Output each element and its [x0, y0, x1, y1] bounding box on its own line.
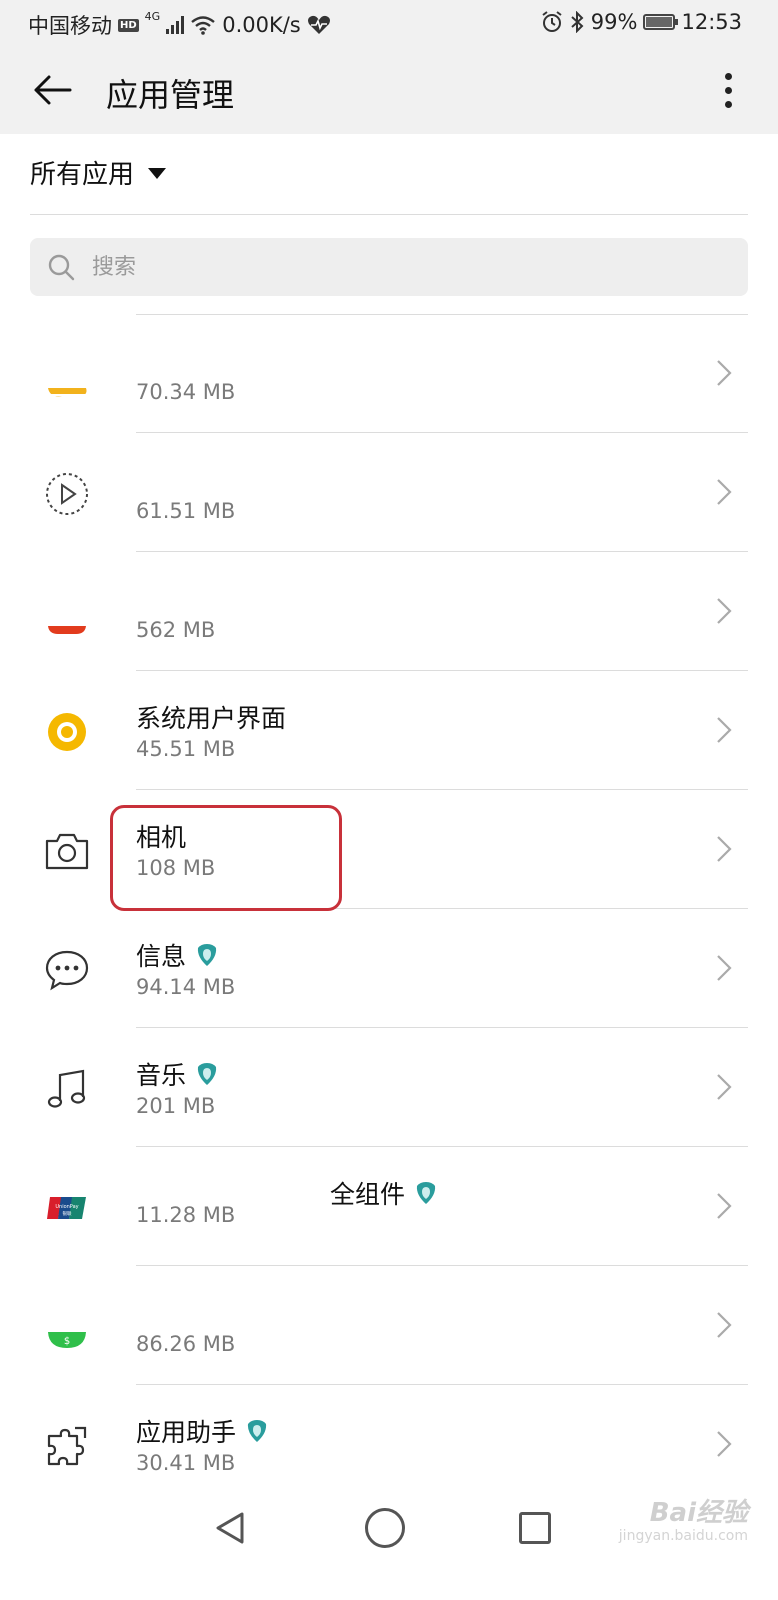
bluetooth-icon — [571, 11, 584, 33]
system-ui-icon — [48, 713, 86, 751]
page-title: 应用管理 — [106, 76, 235, 114]
wifi-icon — [191, 16, 215, 35]
app-row[interactable]: 562 MB — [0, 552, 778, 671]
app-size: 61.51 MB — [136, 499, 236, 523]
battery-icon — [643, 14, 679, 30]
svg-text:$: $ — [64, 1336, 70, 1347]
back-button[interactable] — [28, 66, 76, 114]
unionpay-brand: UnionPay — [55, 1204, 78, 1210]
app-name: 系统用户界面 — [136, 704, 287, 733]
caret-down-icon — [148, 167, 167, 179]
search-bar[interactable] — [30, 238, 748, 296]
chevron-right-icon — [717, 1074, 732, 1100]
battery-percent: 99% — [590, 10, 638, 34]
search-icon — [48, 254, 75, 281]
unionpay-icon: UnionPay银联 — [47, 1197, 86, 1219]
chevron-right-icon — [717, 1431, 732, 1457]
divider — [30, 214, 748, 215]
app-filter-dropdown[interactable]: 所有应用 — [30, 150, 167, 194]
chevron-right-icon — [717, 955, 732, 981]
network-type: 4G — [144, 10, 161, 23]
more-vert-icon — [724, 72, 732, 80]
message-icon — [45, 950, 89, 991]
app-size: 94.14 MB — [136, 975, 236, 999]
watermark-url: jingyan.baidu.com — [618, 1528, 748, 1544]
nav-recent-icon[interactable] — [519, 1512, 551, 1544]
chevron-right-icon — [717, 360, 732, 386]
verified-shield-icon — [197, 944, 217, 966]
verified-shield-icon — [247, 1420, 267, 1442]
app-size: 45.51 MB — [136, 737, 236, 761]
app-size: 30.41 MB — [136, 1451, 236, 1475]
verified-shield-icon — [416, 1182, 436, 1204]
app-row[interactable]: $ 86.26 MB — [0, 1266, 778, 1385]
chevron-right-icon — [717, 1193, 732, 1219]
app-bar: 应用管理 — [0, 46, 778, 134]
app-row[interactable]: 70.34 MB — [0, 314, 778, 433]
hd-badge: HD — [118, 18, 139, 32]
more-options-button[interactable] — [708, 66, 748, 114]
watermark-logo: Bai经验 — [649, 1498, 748, 1528]
verified-shield-icon — [197, 1063, 217, 1085]
app-row[interactable]: 信息 94.14 MB — [0, 909, 778, 1028]
app-row[interactable]: 音乐 201 MB — [0, 1028, 778, 1147]
app-name: 音乐 — [136, 1061, 187, 1090]
nav-home-icon[interactable] — [365, 1508, 405, 1548]
highlight-annotation — [110, 805, 342, 911]
puzzle-icon — [47, 1426, 87, 1466]
app-size: 562 MB — [136, 618, 216, 642]
filter-label: 所有应用 — [30, 159, 135, 190]
unionpay-sub: 银联 — [63, 1210, 72, 1217]
alarm-icon — [542, 11, 562, 32]
clock: 12:53 — [681, 10, 742, 34]
app-row[interactable]: 61.51 MB — [0, 433, 778, 552]
signal-icon — [166, 16, 185, 34]
app-name: 全组件 — [330, 1180, 406, 1209]
yellow-app-icon — [48, 388, 87, 397]
app-size: 201 MB — [136, 1094, 216, 1118]
chevron-right-icon — [717, 479, 732, 505]
heartbeat-icon — [307, 15, 330, 35]
app-row[interactable]: UnionPay 银联 全组件 11.28 MB — [0, 1147, 778, 1266]
navigation-bar: Bai经验 jingyan.baidu.com — [0, 1492, 778, 1600]
app-size: 86.26 MB — [136, 1332, 236, 1356]
nav-back-icon[interactable] — [212, 1510, 248, 1546]
app-name: 信息 — [136, 942, 187, 971]
chevron-right-icon — [717, 1312, 732, 1338]
status-bar: 中国移动 HD 4G 0.00K/s 99% 12:53 — [0, 0, 778, 46]
red-app-icon — [48, 626, 86, 634]
chevron-right-icon — [717, 717, 732, 743]
play-dial-icon — [46, 473, 88, 515]
app-size: 11.28 MB — [136, 1203, 236, 1227]
network-speed: 0.00K/s — [222, 13, 301, 37]
chevron-right-icon — [717, 836, 732, 862]
app-row[interactable]: 系统用户界面 45.51 MB — [0, 671, 778, 790]
chevron-right-icon — [717, 598, 732, 624]
app-row[interactable]: 应用助手 30.41 MB — [0, 1385, 778, 1504]
camera-icon — [45, 833, 89, 870]
arrow-left-icon — [34, 75, 72, 105]
app-name: 应用助手 — [136, 1418, 237, 1447]
search-input[interactable] — [90, 253, 694, 281]
app-size: 70.34 MB — [136, 380, 236, 404]
music-note-icon — [47, 1069, 86, 1108]
green-app-icon: $ — [48, 1332, 86, 1348]
carrier-name: 中国移动 — [28, 14, 112, 38]
